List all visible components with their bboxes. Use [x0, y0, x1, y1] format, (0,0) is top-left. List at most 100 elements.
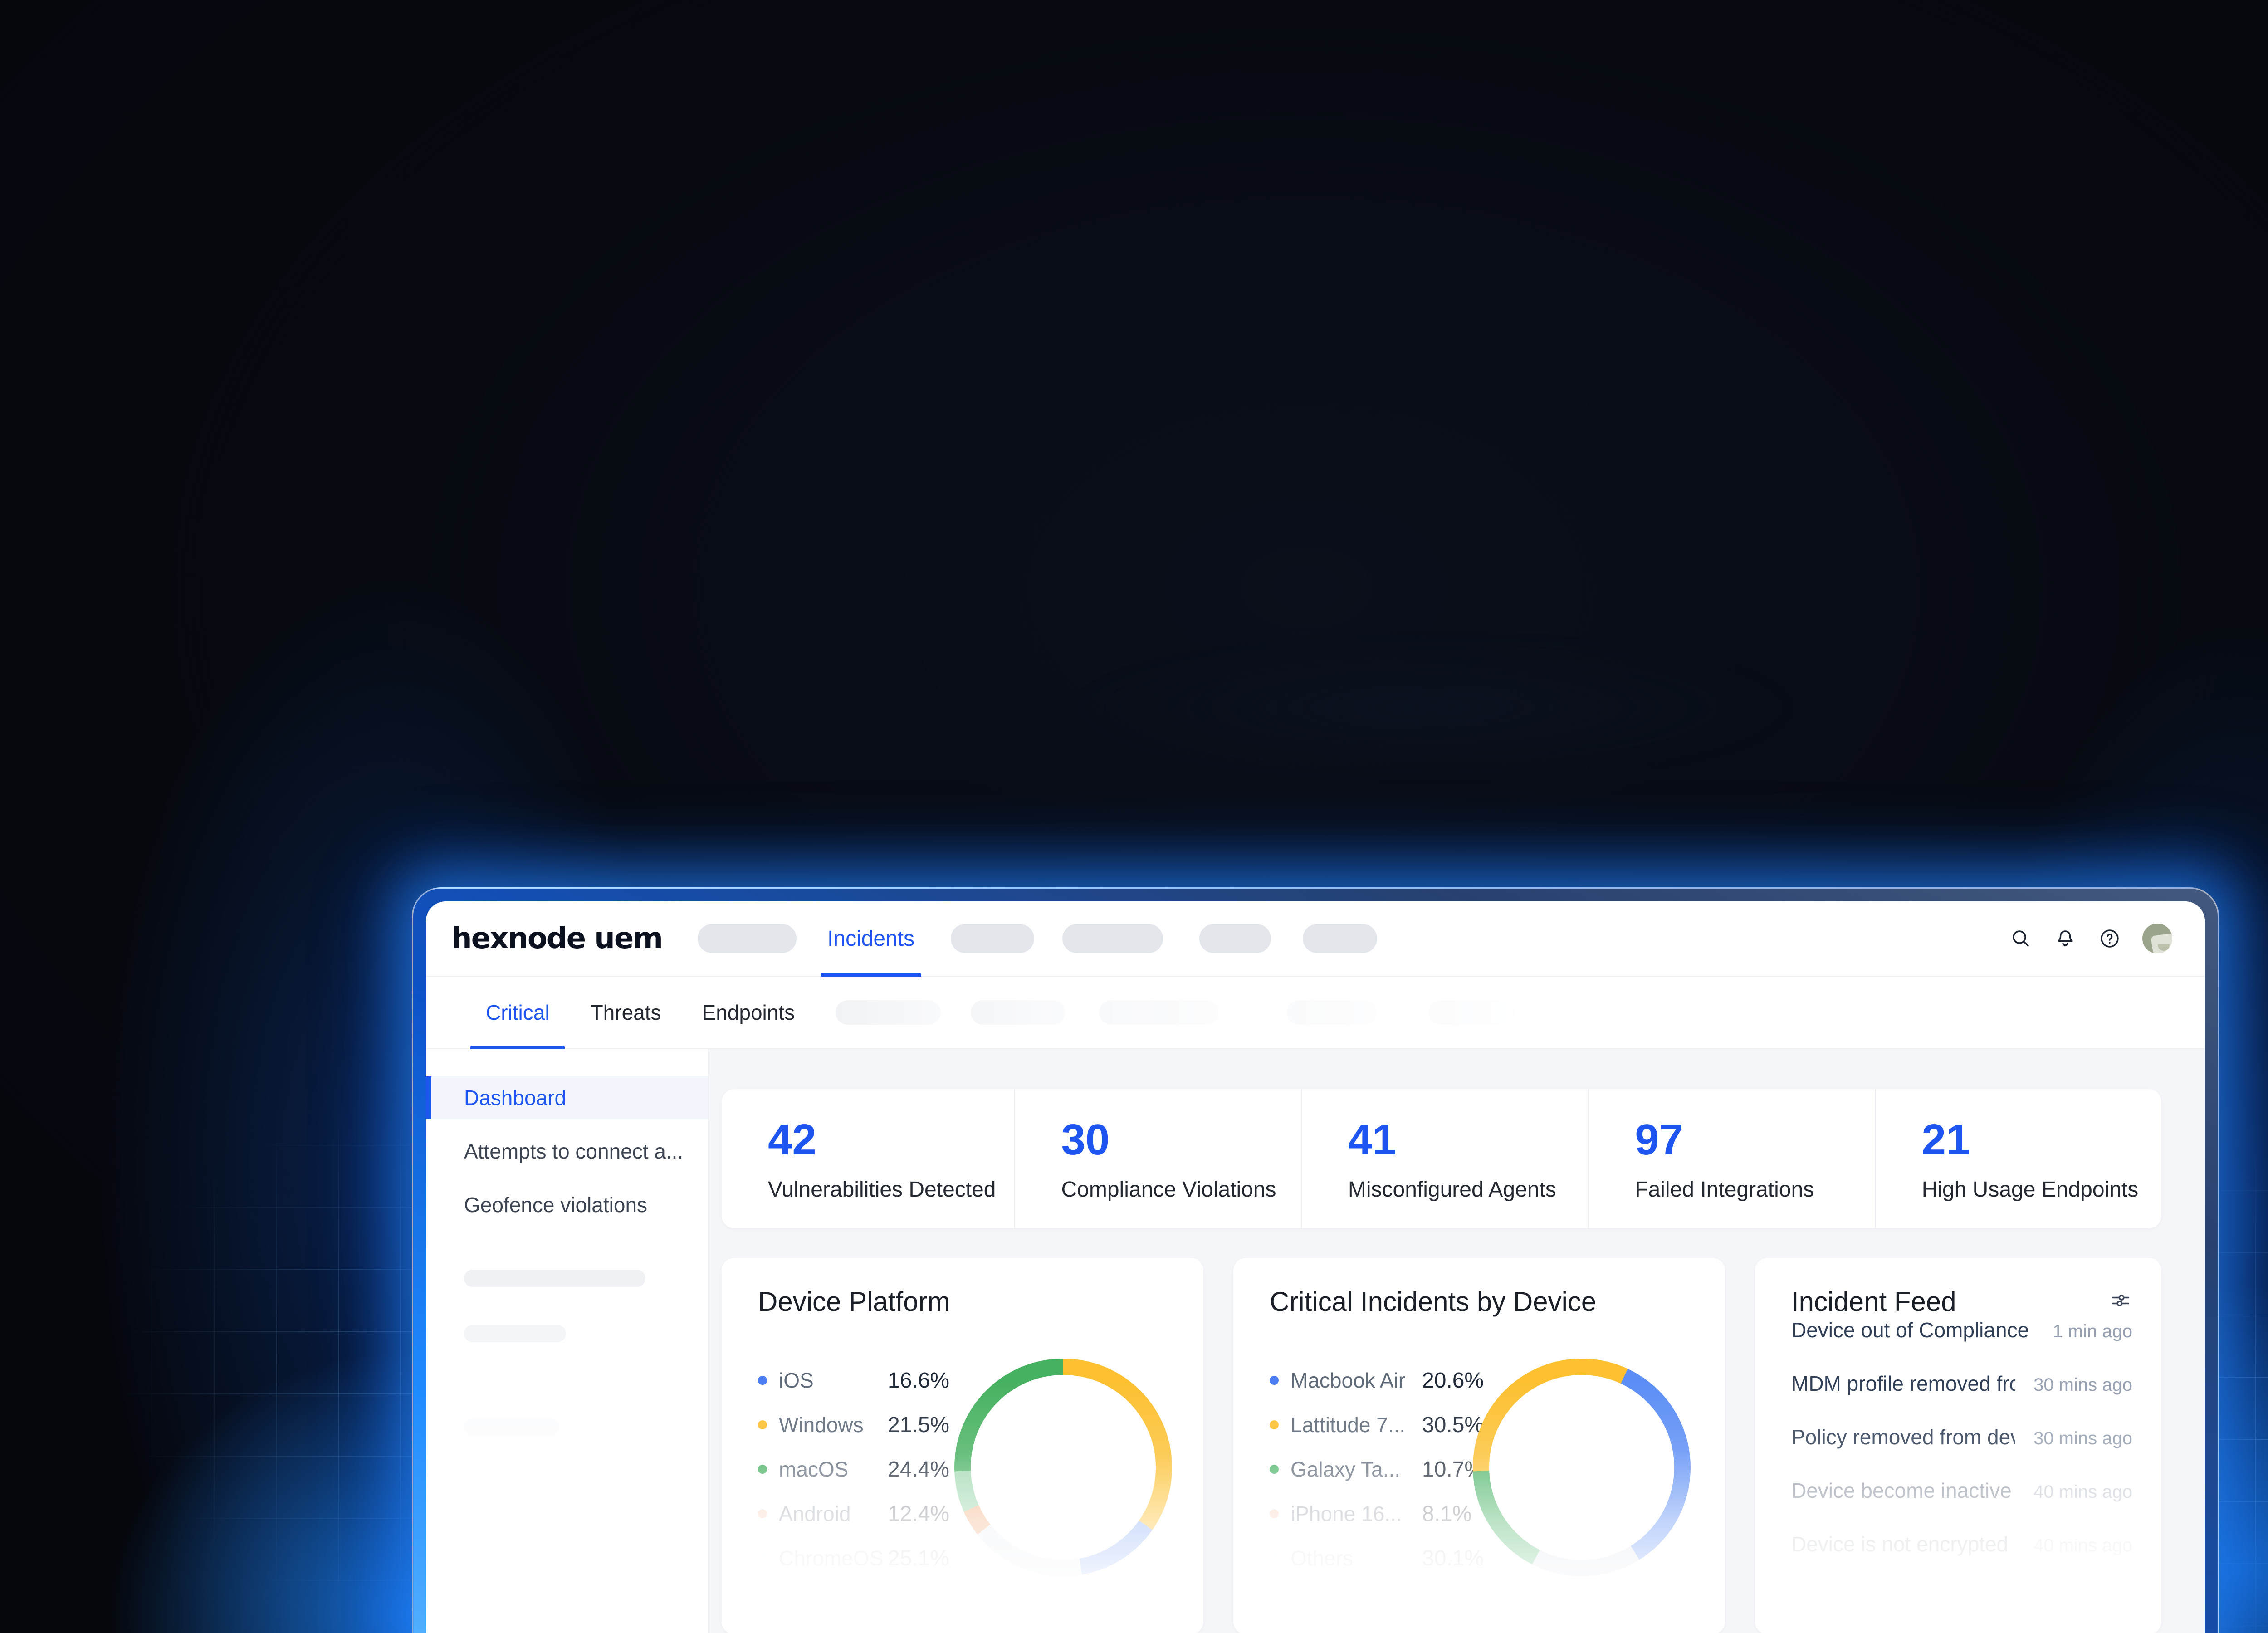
feed-item[interactable]: MDM profile removed from device 30 mins … [1791, 1371, 2132, 1396]
notification-bell-icon[interactable] [2053, 927, 2077, 950]
legend-label-android: Android [779, 1501, 888, 1526]
nav-icons [2009, 924, 2172, 953]
legend-value-macos: 24.4% [888, 1457, 949, 1482]
stat-compliance-value: 30 [1061, 1118, 1283, 1162]
subtab-placeholder-1[interactable] [836, 1000, 941, 1025]
legend-dot-others [1270, 1554, 1279, 1563]
subnav: Critical Threats Endpoints [426, 977, 2205, 1049]
critical-incidents-title: Critical Incidents by Device [1270, 1286, 1596, 1317]
stat-vulnerabilities-label: Vulnerabilities Detected [768, 1177, 996, 1202]
stat-failed-integrations-value: 97 [1635, 1118, 1856, 1162]
device-platform-donut-chart [954, 1359, 1172, 1576]
dashboard-panel: hexnode uem Incidents [426, 901, 2205, 1633]
legend-row: Galaxy Ta... 10.7% [1270, 1458, 1484, 1480]
legend-label-chromeos: ChromeOS [779, 1546, 888, 1570]
feed-item[interactable]: Policy removed from device 30 mins ago [1791, 1425, 2132, 1449]
feed-item[interactable]: Device become inactive 40 mins ago [1791, 1478, 2132, 1503]
legend-dot-galaxy-tab [1270, 1465, 1279, 1474]
device-platform-title: Device Platform [758, 1286, 950, 1317]
stat-high-usage-value: 21 [1922, 1118, 2143, 1162]
legend-dot-iphone [1270, 1509, 1279, 1518]
sliders-icon[interactable] [2109, 1289, 2132, 1312]
feed-item-text: Device is not encrypted [1791, 1532, 2008, 1556]
legend-row: Macbook Air 20.6% [1270, 1369, 1484, 1391]
feed-item-time: 30 mins ago [2033, 1375, 2132, 1395]
legend-dot-chromeos [758, 1554, 767, 1563]
incident-feed-list: Device out of Compliance 1 min ago MDM p… [1791, 1318, 2132, 1585]
legend-row: macOS 24.4% [758, 1458, 949, 1480]
stat-high-usage: 21 High Usage Endpoints [1875, 1089, 2161, 1228]
feed-item-text: Device out of Compliance [1791, 1318, 2029, 1342]
subtab-placeholder-4[interactable] [1287, 1000, 1377, 1025]
nav-placeholder-1[interactable] [698, 924, 797, 953]
feed-item-time: 40 mins ago [2033, 1535, 2132, 1556]
legend-value-chromeos: 25.1% [888, 1546, 949, 1571]
incident-feed-card: Incident Feed Device out of Compliance [1755, 1258, 2161, 1633]
subtab-critical-label: Critical [486, 1000, 550, 1025]
stat-compliance: 30 Compliance Violations [1014, 1089, 1301, 1228]
legend-label-macbook-air: Macbook Air [1290, 1368, 1422, 1393]
legend-row: ChromeOS 25.1% [758, 1547, 949, 1569]
hexnode-logo: hexnode uem [451, 922, 662, 955]
subtab-critical[interactable]: Critical [486, 977, 550, 1048]
sidebar-item-geofence-label: Geofence violations [464, 1193, 647, 1217]
subtab-critical-underline [470, 1046, 565, 1049]
legend-row: Others 30.1% [1270, 1547, 1484, 1569]
subtab-placeholder-3[interactable] [1099, 1000, 1219, 1025]
nav-placeholder-2[interactable] [951, 924, 1034, 953]
stat-vulnerabilities: 42 Vulnerabilities Detected [722, 1089, 1014, 1228]
sidebar-item-dashboard[interactable]: Dashboard [426, 1076, 708, 1119]
critical-incidents-legend: Macbook Air 20.6% Lattitude 7... 30.5% [1270, 1369, 1484, 1592]
subtab-placeholder-2[interactable] [971, 1000, 1066, 1025]
subtab-placeholder-5[interactable] [1428, 1000, 1515, 1025]
subtab-threats[interactable]: Threats [591, 977, 661, 1048]
tab-incidents[interactable]: Incidents [827, 901, 914, 976]
critical-incidents-donut-chart [1473, 1359, 1691, 1576]
search-icon[interactable] [2009, 927, 2033, 950]
feed-item[interactable]: Device is not encrypted 40 mins ago [1791, 1532, 2132, 1556]
help-icon[interactable] [2098, 927, 2121, 950]
feed-item-text: MDM profile removed from device [1791, 1371, 2015, 1396]
page: hexnode uem Incidents [0, 0, 2268, 1633]
subtab-threats-label: Threats [591, 1000, 661, 1025]
critical-incidents-card: Critical Incidents by Device Macbook Air… [1233, 1258, 1725, 1633]
subtab-endpoints[interactable]: Endpoints [702, 977, 795, 1048]
device-platform-card: Device Platform iOS 16.6% Windows [722, 1258, 1203, 1633]
legend-label-windows: Windows [779, 1413, 888, 1437]
user-avatar[interactable] [2142, 924, 2172, 953]
feed-item-time: 1 min ago [2053, 1321, 2132, 1342]
legend-value-lattitude: 30.5% [1422, 1413, 1484, 1437]
top-navbar: hexnode uem Incidents [426, 901, 2205, 977]
feed-item-text: Policy removed from device [1791, 1425, 2015, 1449]
sidebar-item-attempts[interactable]: Attempts to connect a... [426, 1130, 708, 1173]
legend-dot-lattitude [1270, 1420, 1279, 1429]
stat-misconfigured-value: 41 [1348, 1118, 1569, 1162]
sidebar-placeholder-1[interactable] [464, 1270, 645, 1287]
legend-value-others: 30.1% [1422, 1546, 1484, 1571]
tab-incidents-label: Incidents [827, 926, 914, 951]
legend-label-macos: macOS [779, 1457, 888, 1481]
feed-item[interactable]: Device out of Compliance 1 min ago [1791, 1318, 2132, 1342]
nav-placeholder-3[interactable] [1062, 924, 1163, 953]
sidebar: Dashboard Attempts to connect a... Geofe… [426, 1049, 709, 1633]
feed-item-time: 30 mins ago [2033, 1428, 2132, 1449]
sidebar-placeholder-4[interactable] [464, 1490, 528, 1507]
sidebar-placeholder-3[interactable] [464, 1418, 559, 1436]
legend-value-windows: 21.5% [888, 1413, 949, 1437]
subtab-endpoints-label: Endpoints [702, 1000, 795, 1025]
feed-item-time: 40 mins ago [2033, 1482, 2132, 1502]
sidebar-item-geofence[interactable]: Geofence violations [426, 1183, 708, 1226]
legend-row: Android 12.4% [758, 1503, 949, 1525]
legend-value-iphone: 8.1% [1422, 1501, 1471, 1526]
legend-label-ios: iOS [779, 1368, 888, 1393]
sidebar-placeholder-2[interactable] [464, 1325, 566, 1342]
stat-failed-integrations: 97 Failed Integrations [1588, 1089, 1874, 1228]
legend-value-ios: 16.6% [888, 1368, 949, 1393]
device-platform-legend: iOS 16.6% Windows 21.5% [758, 1369, 949, 1592]
stat-misconfigured-label: Misconfigured Agents [1348, 1177, 1569, 1202]
legend-dot-ios [758, 1376, 767, 1385]
sidebar-item-attempts-label: Attempts to connect a... [464, 1139, 683, 1164]
stat-vulnerabilities-value: 42 [768, 1118, 996, 1162]
nav-placeholder-5[interactable] [1303, 924, 1377, 953]
nav-placeholder-4[interactable] [1199, 924, 1271, 953]
